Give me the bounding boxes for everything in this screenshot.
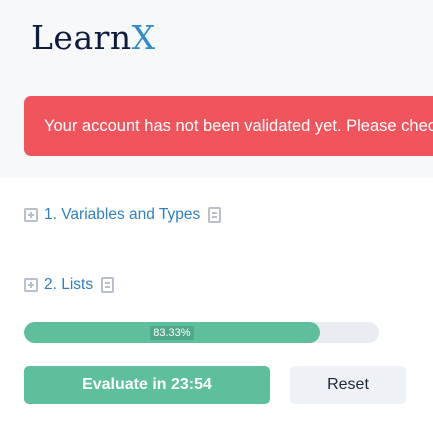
plus-square-icon[interactable] [24, 208, 38, 222]
logo-text-prefix: Learn [31, 18, 132, 57]
reset-button[interactable]: Reset [290, 366, 406, 404]
learnx-logo[interactable]: Learn X [31, 18, 156, 62]
module-item-variables-and-types[interactable]: 1. Variables and Types [24, 204, 222, 226]
evaluate-button[interactable]: Evaluate in 23:54 [24, 366, 270, 404]
document-icon[interactable] [208, 207, 222, 223]
progress-percentage: 83.33% [150, 325, 194, 340]
progress-bar-fill: 83.33% [24, 322, 320, 343]
alert-message: Your account has not been validated yet.… [44, 117, 433, 135]
logo-text-accent: X [131, 18, 156, 57]
module-link[interactable]: 1. Variables and Types [44, 206, 200, 224]
progress-bar: 83.33% [24, 322, 379, 343]
course-card: 1. Variables and Types 2. Lists 83.33% E… [0, 178, 433, 427]
document-icon[interactable] [101, 277, 115, 293]
module-link[interactable]: 2. Lists [44, 276, 93, 294]
plus-square-icon[interactable] [24, 278, 38, 292]
page: Learn X Your account has not been validat… [0, 0, 433, 427]
module-item-lists[interactable]: 2. Lists [24, 274, 115, 296]
account-validation-alert: Your account has not been validated yet.… [24, 96, 433, 156]
